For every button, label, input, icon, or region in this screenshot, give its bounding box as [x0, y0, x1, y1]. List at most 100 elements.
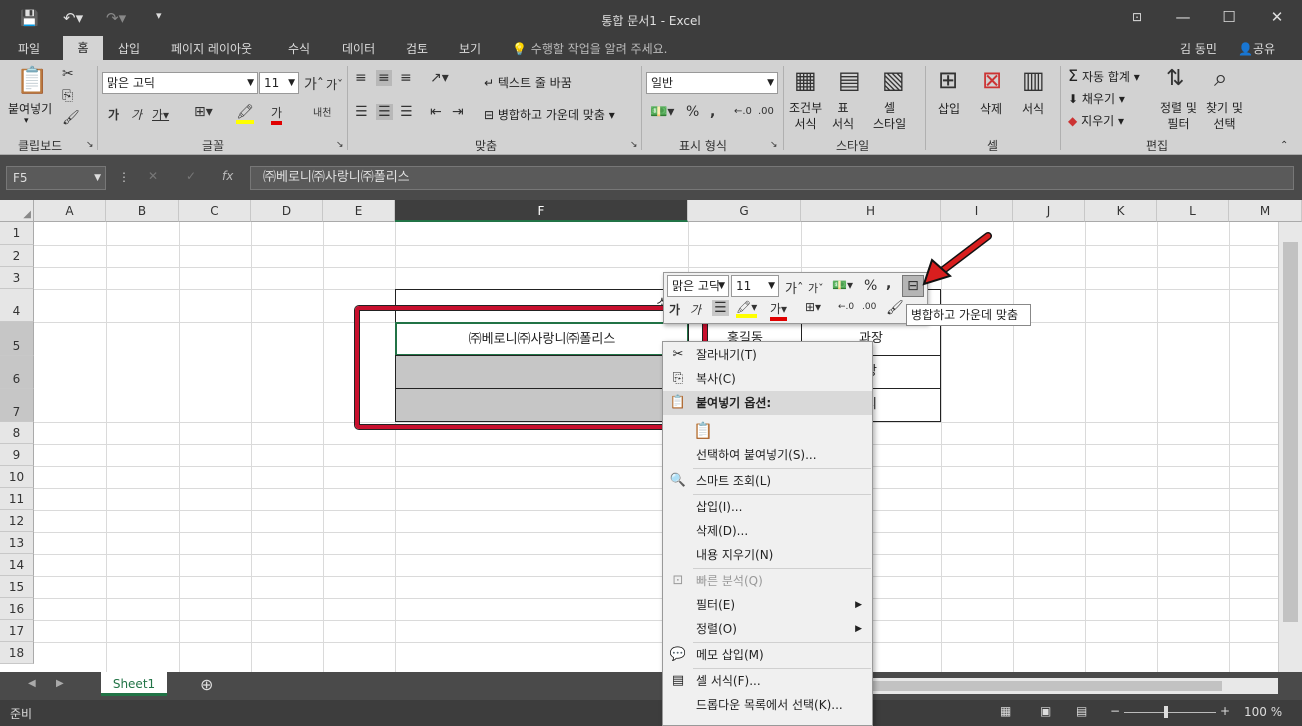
add-sheet-icon[interactable]: ⊕: [200, 675, 213, 694]
tab-insert[interactable]: 삽입: [118, 40, 140, 57]
decrease-decimal-icon[interactable]: .00: [862, 302, 876, 312]
cell-style-icon[interactable]: ▧: [882, 66, 905, 94]
tab-data[interactable]: 데이터: [342, 40, 375, 57]
menu-item-cut[interactable]: ✂ 잘라내기(T): [663, 343, 872, 367]
menu-item-clear-contents[interactable]: 내용 지우기(N): [663, 543, 872, 567]
increase-decimal-icon[interactable]: ←.0: [734, 106, 752, 117]
underline-icon[interactable]: 가▾: [152, 106, 169, 123]
paste-button[interactable]: 붙여넣기: [8, 100, 52, 117]
menu-item-sort[interactable]: 정렬(O) ▶: [663, 617, 872, 641]
fill-button[interactable]: ⬇ 채우기 ▾: [1068, 90, 1125, 107]
align-left-icon[interactable]: ☰: [355, 104, 368, 120]
zoom-in-icon[interactable]: +: [1220, 704, 1230, 718]
number-format-dropdown[interactable]: 일반 ▼: [646, 72, 778, 94]
percent-icon[interactable]: %: [864, 278, 877, 294]
paste-icon[interactable]: 📋: [16, 66, 48, 96]
sort-filter-button[interactable]: 정렬 및 필터: [1160, 100, 1197, 132]
col-header-k[interactable]: K: [1085, 200, 1157, 222]
delete-cells-button[interactable]: 삭제: [980, 100, 1002, 117]
vertical-scrollbar[interactable]: [1278, 222, 1302, 672]
font-color-icon[interactable]: 가▾: [770, 300, 788, 321]
tab-file[interactable]: 파일: [18, 40, 40, 57]
tab-page-layout[interactable]: 페이지 레이아웃: [171, 40, 252, 57]
fill-color-icon[interactable]: 🖍: [236, 104, 254, 124]
col-header-g[interactable]: G: [688, 200, 801, 222]
merge-center-button[interactable]: ⊟ 병합하고 가운데 맞춤 ▾: [484, 106, 615, 123]
col-header-f[interactable]: F: [395, 200, 688, 222]
conditional-format-button[interactable]: 조건부 서식: [789, 100, 822, 132]
menu-item-copy[interactable]: ⎘ 복사(C): [663, 367, 872, 391]
alignment-launcher-icon[interactable]: ↘: [630, 140, 638, 150]
increase-font-icon[interactable]: 가ˆ: [785, 278, 803, 297]
row-header-6[interactable]: 6: [0, 356, 34, 389]
format-cells-button[interactable]: 서식: [1022, 100, 1044, 117]
format-table-icon[interactable]: ▤: [838, 66, 861, 94]
row-header-2[interactable]: 2: [0, 245, 34, 267]
menu-item-insert[interactable]: 삽입(I)...: [663, 495, 872, 519]
share-button[interactable]: 👤공유: [1238, 40, 1275, 57]
menu-item-quick-analysis[interactable]: ⊡ 빠른 분석(Q): [663, 569, 872, 593]
menu-item-smart-lookup[interactable]: 🔍 스마트 조회(L): [663, 469, 872, 493]
cancel-icon[interactable]: ✕: [148, 169, 158, 183]
cell-style-button[interactable]: 셀 스타일: [873, 100, 906, 132]
next-sheet-icon[interactable]: ▶: [56, 678, 64, 689]
col-header-b[interactable]: B: [106, 200, 179, 222]
align-right-icon[interactable]: ☰: [400, 104, 413, 120]
zoom-slider[interactable]: [1124, 712, 1216, 713]
align-middle-icon[interactable]: ≡: [376, 70, 392, 86]
col-header-i[interactable]: I: [941, 200, 1013, 222]
name-box[interactable]: F5 ▼: [6, 166, 106, 190]
row-header-16[interactable]: 16: [0, 598, 34, 620]
mini-font-dropdown[interactable]: 맑은 고딕 ▼: [667, 275, 729, 297]
bold-icon[interactable]: 가: [108, 106, 119, 123]
insert-function-icon[interactable]: fx: [222, 169, 233, 183]
close-button[interactable]: ✕: [1262, 6, 1292, 28]
format-table-button[interactable]: 표 서식: [832, 100, 854, 132]
row-header-5[interactable]: 5: [0, 322, 34, 356]
format-painter-icon[interactable]: 🖌: [886, 300, 904, 316]
increase-indent-icon[interactable]: ⇥: [452, 104, 464, 120]
h-scroll-thumb[interactable]: [872, 681, 1222, 691]
find-select-button[interactable]: 찾기 및 선택: [1206, 100, 1243, 132]
col-header-m[interactable]: M: [1229, 200, 1302, 222]
insert-cells-icon[interactable]: ⊞: [938, 66, 958, 94]
insert-cells-button[interactable]: 삽입: [938, 100, 960, 117]
mini-size-dropdown[interactable]: 11 ▼: [731, 275, 779, 297]
fill-color-icon[interactable]: 🖍▾: [736, 300, 758, 318]
accounting-icon[interactable]: 💵▾: [650, 104, 674, 120]
col-header-c[interactable]: C: [179, 200, 251, 222]
format-cells-icon[interactable]: ▥: [1022, 66, 1045, 94]
phonetic-icon[interactable]: 내천: [313, 104, 331, 119]
row-header-17[interactable]: 17: [0, 620, 34, 642]
row-header-4[interactable]: 4: [0, 289, 34, 322]
menu-item-paste-special[interactable]: 선택하여 붙여넣기(S)...: [663, 443, 872, 467]
percent-icon[interactable]: %: [686, 104, 699, 120]
clipboard-launcher-icon[interactable]: ↘: [86, 140, 94, 150]
row-header-1[interactable]: 1: [0, 222, 34, 245]
zoom-level[interactable]: 100 %: [1244, 705, 1282, 719]
align-center-icon[interactable]: ☰: [376, 104, 393, 120]
sort-filter-icon[interactable]: ⇅: [1166, 66, 1184, 91]
scroll-thumb[interactable]: [1283, 242, 1298, 622]
row-header-7[interactable]: 7: [0, 389, 34, 422]
decrease-indent-icon[interactable]: ⇤: [430, 104, 442, 120]
format-painter-icon[interactable]: 🖌: [62, 110, 80, 126]
autosum-button[interactable]: Σ 자동 합계 ▾: [1068, 66, 1140, 85]
menu-item-pick-list[interactable]: 드롭다운 목록에서 선택(K)...: [663, 693, 872, 717]
increase-font-icon[interactable]: 가ˆ: [304, 74, 324, 94]
tab-view[interactable]: 보기: [459, 40, 481, 57]
cut-icon[interactable]: ✂: [62, 66, 74, 82]
normal-view-icon[interactable]: ▦: [1000, 704, 1011, 718]
tab-formulas[interactable]: 수식: [288, 40, 310, 57]
paste-icon[interactable]: 📋: [693, 419, 713, 443]
col-header-h[interactable]: H: [801, 200, 941, 222]
menu-item-delete[interactable]: 삭제(D)...: [663, 519, 872, 543]
number-launcher-icon[interactable]: ↘: [770, 140, 778, 150]
row-header-3[interactable]: 3: [0, 267, 34, 289]
font-launcher-icon[interactable]: ↘: [336, 140, 344, 150]
orientation-icon[interactable]: ↗▾: [430, 70, 449, 86]
horizontal-scrollbar[interactable]: [872, 678, 1278, 694]
collapse-ribbon-icon[interactable]: ⌃: [1280, 140, 1288, 151]
menu-item-insert-comment[interactable]: 💬 메모 삽입(M): [663, 643, 872, 667]
decrease-font-icon[interactable]: 가ˇ: [808, 280, 824, 296]
